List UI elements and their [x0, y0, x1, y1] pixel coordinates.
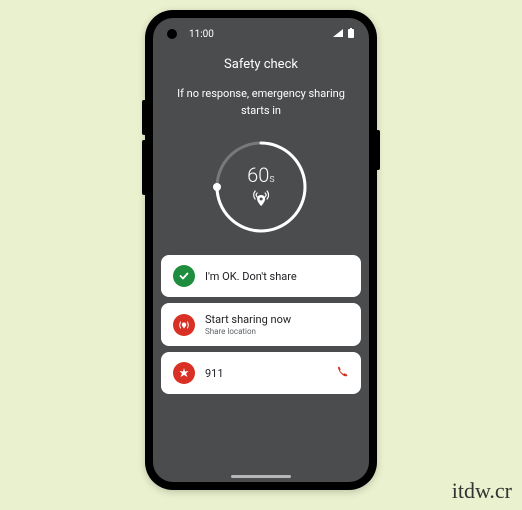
phone-frame: 11:00 Safety check If no response, emerg…: [145, 10, 377, 490]
location-broadcast-icon: [247, 189, 275, 211]
share-location-icon: [173, 314, 195, 336]
countdown-unit: s: [269, 172, 275, 185]
watermark: itdw.cr: [452, 478, 512, 504]
countdown-timer: 60s: [211, 137, 311, 237]
page-title: Safety check: [167, 57, 355, 72]
ok-dont-share-button[interactable]: I'm OK. Don't share: [161, 255, 361, 297]
status-bar: 11:00: [153, 18, 369, 45]
phone-button: [142, 100, 145, 135]
share-sublabel: Share location: [205, 327, 349, 336]
check-icon: [173, 265, 195, 287]
emergency-label: 911: [205, 367, 325, 380]
page-subtitle: If no response, emergency sharing starts…: [167, 86, 355, 119]
phone-button: [142, 140, 145, 195]
phone-icon: [335, 364, 349, 383]
share-label: Start sharing now: [205, 313, 349, 326]
ok-label: I'm OK. Don't share: [205, 270, 349, 283]
status-time: 11:00: [189, 29, 214, 40]
battery-icon: [347, 28, 355, 41]
emergency-icon: [173, 362, 195, 384]
phone-screen: 11:00 Safety check If no response, emerg…: [153, 18, 369, 482]
countdown-number: 60: [247, 163, 269, 187]
countdown-value: 60s: [247, 163, 275, 187]
start-sharing-button[interactable]: Start sharing now Share location: [161, 303, 361, 346]
camera-hole: [167, 29, 177, 39]
home-indicator[interactable]: [231, 475, 291, 478]
phone-button: [377, 130, 380, 170]
signal-icon: [333, 29, 343, 40]
emergency-call-button[interactable]: 911: [161, 352, 361, 394]
